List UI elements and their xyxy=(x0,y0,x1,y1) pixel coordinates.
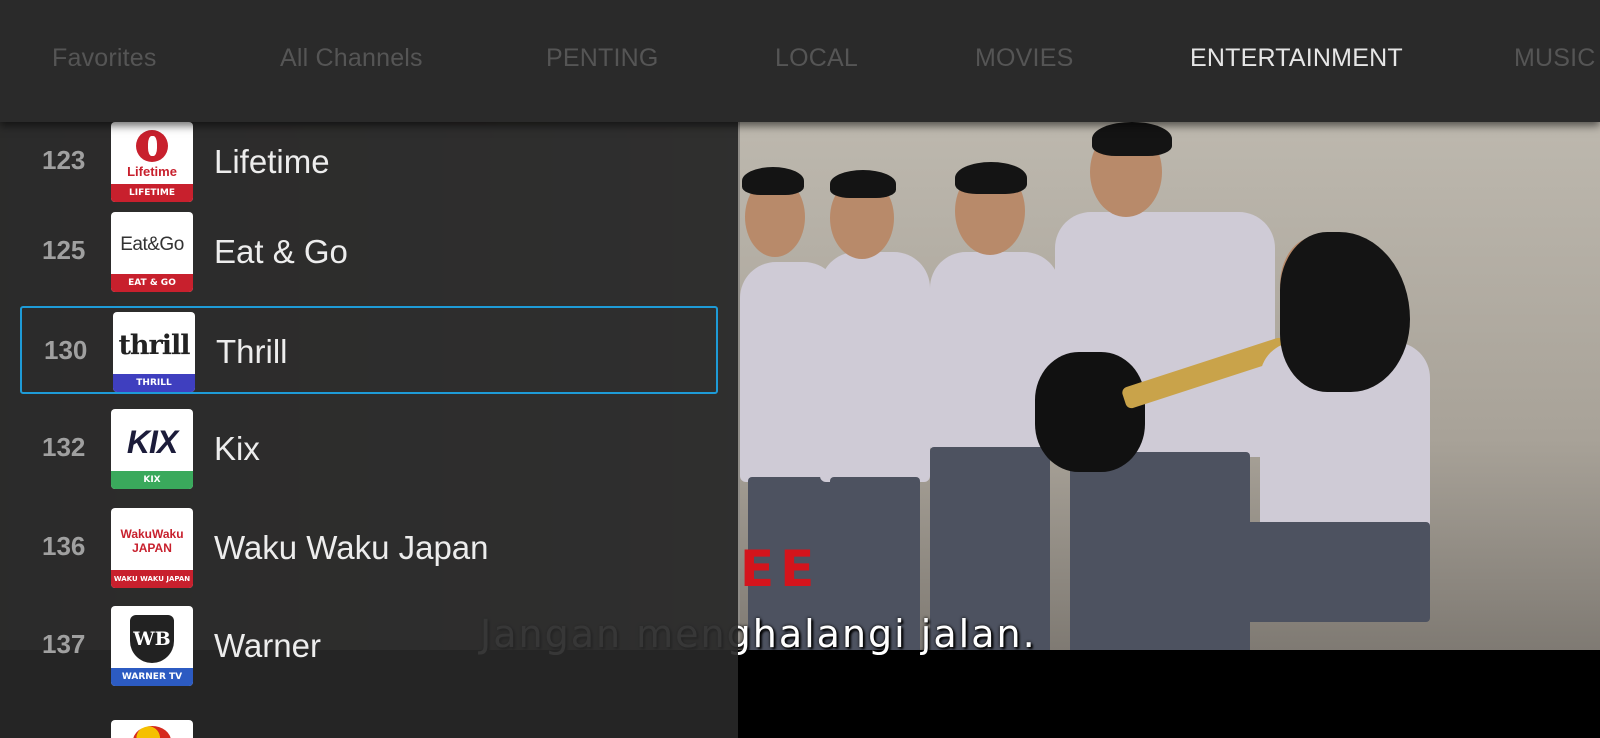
channel-name: Lifetime xyxy=(214,143,330,180)
channel-number: 125 xyxy=(42,235,86,265)
channel-row[interactable]: 137 WB WARNER TV Warner xyxy=(20,602,718,690)
kix-logo-icon: KIX KIX xyxy=(111,409,193,489)
lifetime-logo-icon: Lifetime LIFETIME xyxy=(111,122,193,202)
tab-movies[interactable]: MOVIES xyxy=(975,44,1073,73)
channel-list: 123 Lifetime LIFETIME Lifetime 125 Eat&G… xyxy=(0,122,738,738)
channel-row[interactable]: 132 KIX KIX Kix xyxy=(20,405,718,493)
channel-number: 137 xyxy=(42,629,86,659)
channel-row-focused[interactable]: 130 thrill THRILL Thrill xyxy=(20,306,718,394)
channel-name: Waku Waku Japan xyxy=(214,529,489,566)
warner-tv-logo-icon: WB WARNER TV xyxy=(111,606,193,686)
channel-name: Kix xyxy=(214,430,260,467)
waku-waku-japan-logo-icon: WakuWaku JAPAN WAKU WAKU JAPAN xyxy=(111,508,193,588)
tab-all-channels[interactable]: All Channels xyxy=(280,44,423,73)
channel-row[interactable]: 136 WakuWaku JAPAN WAKU WAKU JAPAN Waku … xyxy=(20,504,718,592)
channel-name: Eat & Go xyxy=(214,233,348,270)
thrill-logo-icon: thrill THRILL xyxy=(113,312,195,392)
channel-number: 132 xyxy=(42,432,86,462)
eat-and-go-logo-icon: Eat&Go EAT & GO xyxy=(111,212,193,292)
tab-local[interactable]: LOCAL xyxy=(775,44,858,73)
tab-entertainment[interactable]: ENTERTAINMENT xyxy=(1190,44,1403,73)
tab-favorites[interactable]: Favorites xyxy=(52,44,157,73)
category-tab-bar: Favorites All Channels PENTING LOCAL MOV… xyxy=(0,0,1600,122)
channel-number: 136 xyxy=(42,531,86,561)
video-watermark: EE xyxy=(740,540,821,598)
channel-name: Warner xyxy=(214,627,321,664)
tab-penting[interactable]: PENTING xyxy=(546,44,659,73)
channel-number: 130 xyxy=(44,335,88,365)
tab-music[interactable]: MUSIC xyxy=(1514,44,1596,73)
channel-row[interactable]: 125 Eat&Go EAT & GO Eat & Go xyxy=(20,208,718,296)
channel-name: Thrill xyxy=(216,333,288,370)
partial-channel-logo-icon xyxy=(111,720,193,738)
channel-number: 123 xyxy=(42,145,86,175)
channel-row[interactable]: 123 Lifetime LIFETIME Lifetime xyxy=(20,122,718,206)
